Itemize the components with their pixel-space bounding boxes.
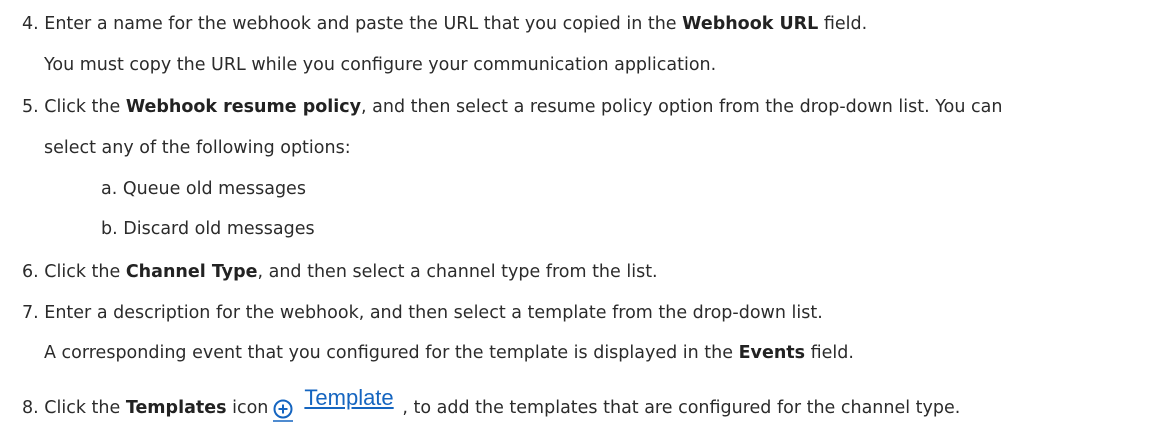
option-text: Discard old messages — [123, 219, 315, 239]
step-text-end: , to add the templates that are configur… — [402, 398, 961, 418]
option-item: b. Discard old messages — [101, 217, 315, 241]
step-7-note: A corresponding event that you configure… — [44, 341, 854, 365]
step-text: Enter a name for the webhook and paste t… — [44, 14, 683, 34]
step-number: 4. — [22, 14, 39, 34]
option-item: a. Queue old messages — [101, 177, 306, 201]
ui-term-templates: Templates — [125, 398, 227, 418]
step-text-end: , and then select a channel type from th… — [257, 262, 658, 282]
step-number: 7. — [22, 303, 39, 323]
note-text-end: field. — [805, 343, 854, 363]
add-circle-icon — [272, 399, 294, 423]
note-text: A corresponding event that you configure… — [44, 343, 739, 363]
ui-term-events: Events — [738, 343, 806, 363]
step-5: 5. Click the Webhook resume policy, and … — [22, 95, 1002, 119]
step-4-note: You must copy the URL while you configur… — [44, 55, 717, 75]
step-number: 6. — [22, 262, 39, 282]
step-6: 6. Click the Channel Type, and then sele… — [22, 260, 658, 284]
step-number: 8. — [22, 398, 39, 418]
ui-term-webhook-url: Webhook URL — [682, 14, 819, 34]
step-text: Click the — [44, 97, 126, 117]
step-8: 8. Click the Templates icon Template, to… — [22, 386, 960, 423]
step-text-end: , and then select a resume policy option… — [361, 97, 1003, 117]
step-text: Click the — [44, 262, 126, 282]
step-5-continuation: select any of the following options: — [44, 138, 351, 158]
step-text-mid: icon — [226, 398, 269, 418]
option-text: Queue old messages — [122, 179, 306, 199]
step-7: 7. Enter a description for the webhook, … — [22, 301, 823, 325]
option-letter: b. — [101, 219, 118, 239]
step-text-end: field. — [818, 14, 868, 34]
option-letter: a. — [101, 179, 118, 199]
step-number: 5. — [22, 97, 39, 117]
step-4: 4. Enter a name for the webhook and past… — [22, 12, 867, 36]
step-text: Enter a description for the webhook, and… — [44, 303, 823, 323]
instructions-document: 4. Enter a name for the webhook and past… — [0, 0, 1171, 423]
ui-term-webhook-resume-policy: Webhook resume policy — [125, 97, 362, 117]
ui-term-channel-type: Channel Type — [125, 262, 258, 282]
template-link[interactable]: Template — [304, 386, 402, 410]
step-text: Click the — [44, 398, 126, 418]
